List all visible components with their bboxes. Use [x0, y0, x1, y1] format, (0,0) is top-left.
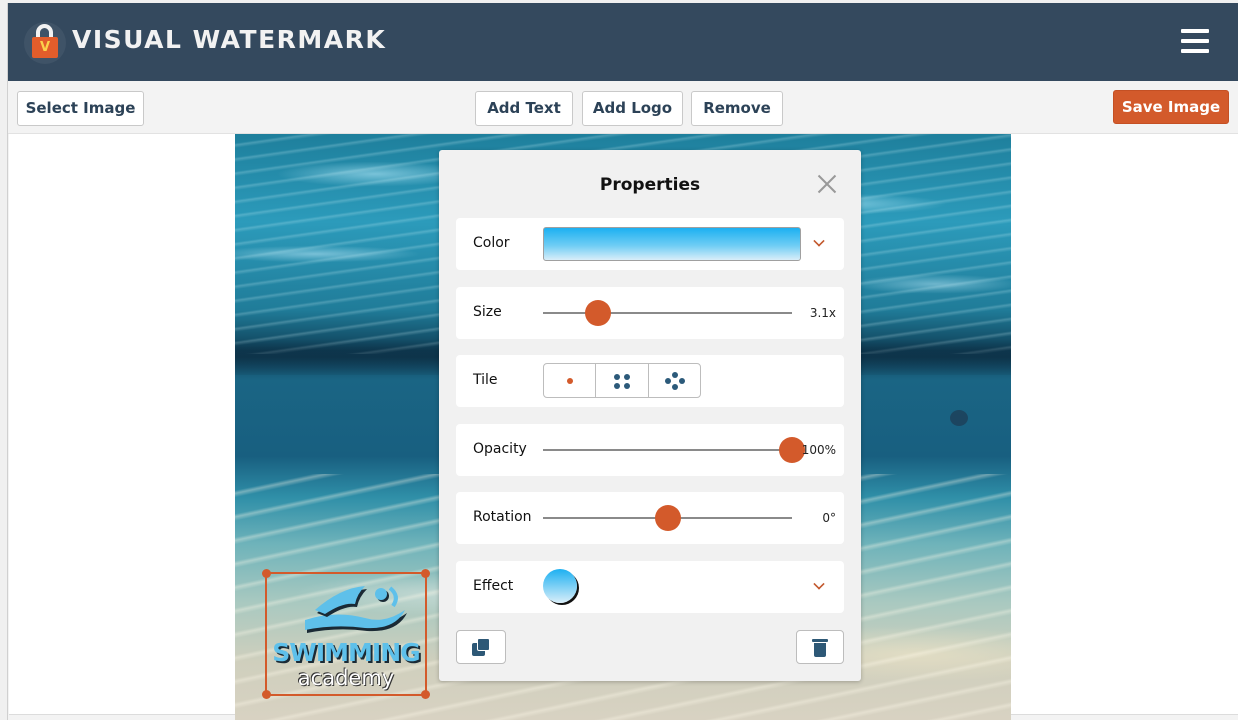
add-text-button[interactable]: Add Text	[475, 91, 573, 126]
color-label: Color	[473, 235, 510, 251]
chevron-down-icon[interactable]	[813, 235, 825, 247]
pool-drain	[950, 410, 968, 426]
add-logo-button[interactable]: Add Logo	[582, 91, 683, 126]
duplicate-button[interactable]	[456, 630, 506, 664]
size-slider-thumb[interactable]	[584, 300, 611, 326]
color-swatch[interactable]	[543, 227, 801, 261]
resize-handle-top-left[interactable]	[262, 569, 271, 578]
remove-button[interactable]: Remove	[691, 91, 783, 126]
size-row: Size 3.1x	[456, 287, 844, 339]
app-header: V VISUAL WATERMARK	[8, 3, 1238, 81]
rotation-slider-thumb[interactable]	[654, 505, 681, 531]
rotation-value: 0°	[822, 511, 836, 525]
size-label: Size	[473, 304, 502, 320]
app-title: VISUAL WATERMARK	[72, 25, 387, 54]
opacity-row: Opacity 100%	[456, 424, 844, 476]
tile-row: Tile	[456, 355, 844, 407]
tile-label: Tile	[473, 372, 498, 388]
rotation-label: Rotation	[473, 509, 532, 525]
padlock-v-icon: V	[22, 20, 68, 66]
effect-label: Effect	[473, 578, 514, 594]
delete-button[interactable]	[796, 630, 844, 664]
resize-handle-top-right[interactable]	[421, 569, 430, 578]
select-image-button[interactable]: Select Image	[17, 91, 144, 126]
watermark-title: SWIMMING	[272, 638, 420, 667]
tile-diamond-option[interactable]	[649, 364, 700, 397]
opacity-value: 100%	[801, 443, 836, 457]
resize-handle-bottom-left[interactable]	[262, 690, 271, 699]
size-slider[interactable]	[543, 300, 792, 326]
size-value: 3.1x	[809, 306, 836, 320]
close-icon[interactable]	[817, 174, 837, 194]
effect-preview[interactable]	[543, 569, 577, 603]
watermark-logo[interactable]: SWIMMING academy	[262, 569, 430, 699]
effect-row: Effect	[456, 561, 844, 613]
swimmer-icon	[305, 586, 407, 633]
chevron-down-icon[interactable]	[813, 578, 825, 590]
panel-title: Properties	[599, 175, 701, 195]
rotation-slider[interactable]	[543, 505, 792, 531]
opacity-slider[interactable]	[543, 437, 805, 463]
opacity-label: Opacity	[473, 441, 527, 457]
color-row: Color	[456, 218, 844, 270]
tile-grid-option[interactable]	[596, 364, 649, 397]
toolbar: Select Image Add Text Add Logo Remove Sa…	[8, 81, 1238, 134]
watermark-subtitle: academy	[297, 666, 395, 690]
tile-options	[543, 363, 701, 398]
single-dot-icon	[567, 378, 573, 384]
resize-handle-bottom-right[interactable]	[421, 690, 430, 699]
rotation-row: Rotation 0°	[456, 492, 844, 544]
tile-single-option[interactable]	[544, 364, 597, 397]
properties-panel: Properties Color Size 3.1x Tile Opacity …	[439, 150, 861, 681]
hamburger-menu-icon[interactable]	[1181, 29, 1209, 55]
app-window: V VISUAL WATERMARK Select Image Add Text…	[7, 3, 1238, 720]
save-image-button[interactable]: Save Image	[1113, 90, 1229, 124]
